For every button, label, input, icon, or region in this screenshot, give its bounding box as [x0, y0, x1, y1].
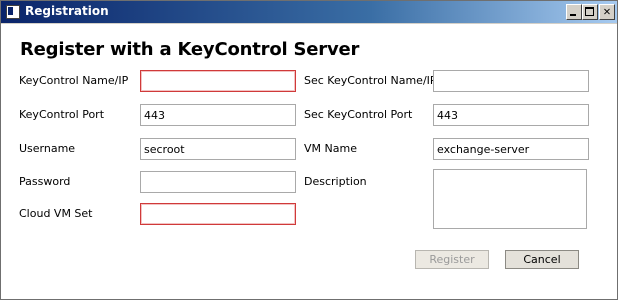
sec-keycontrol-name-label: Sec KeyControl Name/IP	[304, 74, 437, 87]
cloud-vm-set-field[interactable]	[140, 203, 296, 225]
vm-name-field[interactable]	[433, 138, 589, 160]
cancel-button[interactable]: Cancel	[505, 250, 579, 269]
maximize-button[interactable]	[582, 4, 598, 20]
keycontrol-name-field[interactable]	[140, 70, 296, 92]
window-title: Registration	[25, 4, 109, 18]
minimize-icon	[570, 14, 576, 16]
keycontrol-name-label: KeyControl Name/IP	[19, 74, 129, 87]
minimize-button[interactable]	[566, 4, 582, 20]
keycontrol-port-field[interactable]	[140, 104, 296, 126]
register-button[interactable]: Register	[415, 250, 489, 269]
username-field[interactable]	[140, 138, 296, 160]
page-title: Register with a KeyControl Server	[20, 39, 360, 60]
title-bar[interactable]: Registration ✕	[1, 1, 617, 24]
maximize-icon	[585, 7, 594, 16]
password-field[interactable]	[140, 171, 296, 193]
close-button[interactable]: ✕	[599, 4, 615, 20]
sec-keycontrol-port-field[interactable]	[433, 104, 589, 126]
vm-name-label: VM Name	[304, 142, 357, 155]
cloud-vm-set-label: Cloud VM Set	[19, 207, 93, 220]
username-label: Username	[19, 142, 76, 155]
keycontrol-port-label: KeyControl Port	[19, 108, 105, 121]
sec-keycontrol-name-field[interactable]	[433, 70, 589, 92]
sec-keycontrol-port-label: Sec KeyControl Port	[304, 108, 413, 121]
description-field[interactable]	[433, 169, 587, 229]
registration-window: Registration ✕ Register with a KeyContro…	[0, 0, 618, 300]
password-label: Password	[19, 175, 71, 188]
description-label: Description	[304, 175, 367, 188]
close-icon: ✕	[603, 4, 611, 18]
window-app-icon	[6, 5, 20, 19]
